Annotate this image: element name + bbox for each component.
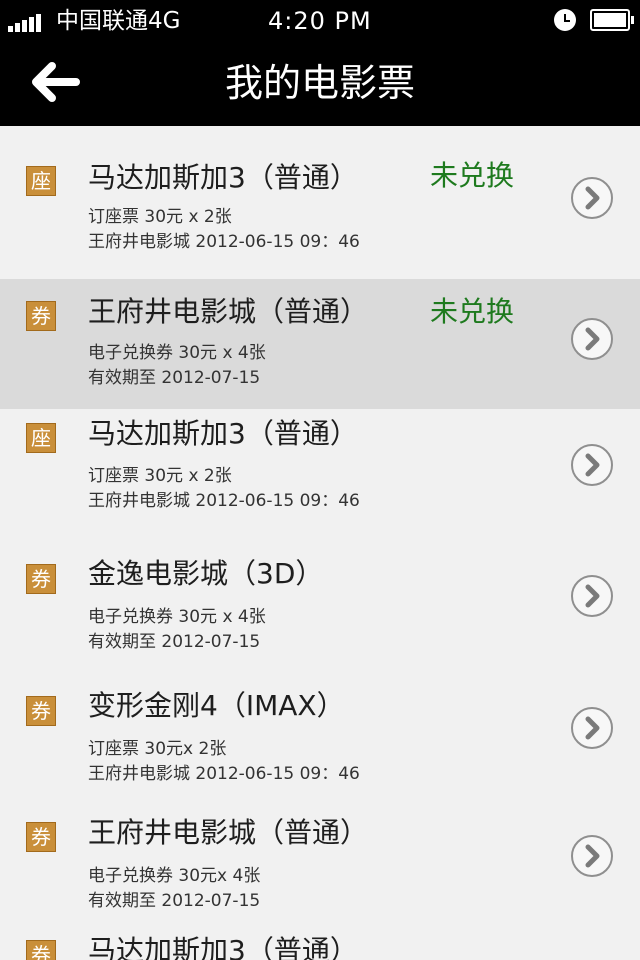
- ticket-row[interactable]: 券 金逸电影城（3D） 电子兑换券 30元 x 4张 有效期至 2012-07-15: [0, 536, 640, 666]
- ticket-cinema-time: 王府井电影城 2012-06-15 09：46: [88, 232, 360, 252]
- chevron-right-icon[interactable]: [570, 834, 614, 878]
- status-bar: 中国联通4G 4:20 PM: [0, 0, 640, 42]
- ticket-title: 马达加斯加3（普通）: [88, 934, 358, 960]
- ticket-detail: 电子兑换券 30元x 4张: [88, 866, 261, 886]
- ticket-row[interactable]: 券 王府井电影城（普通） 电子兑换券 30元x 4张 有效期至 2012-07-15: [0, 796, 640, 926]
- signal-icon: [8, 12, 48, 32]
- battery-icon: [590, 9, 634, 31]
- ticket-detail: 订座票 30元 x 2张: [88, 207, 232, 227]
- ticket-title: 王府井电影城（普通）: [88, 295, 369, 328]
- chevron-right-icon[interactable]: [570, 176, 614, 220]
- top-bar: 中国联通4G 4:20 PM 我的电影票: [0, 0, 640, 126]
- ticket-type-badge: 券: [26, 696, 56, 726]
- ticket-row[interactable]: 座 马达加斯加3（普通） 订座票 30元 x 2张王府井电影城 2012-06-15…: [0, 409, 640, 536]
- page-title: 我的电影票: [224, 61, 415, 105]
- alarm-icon: [554, 9, 576, 31]
- ticket-row[interactable]: 券 马达加斯加3（普通）: [0, 926, 640, 960]
- chevron-right-icon[interactable]: [570, 574, 614, 618]
- ticket-cinema-time: 有效期至 2012-07-15: [88, 632, 261, 652]
- ticket-row[interactable]: 券 王府井电影城（普通） 未兑换电子兑换券 30元 x 4张 有效期至 2012-07…: [0, 279, 640, 409]
- ticket-detail: 电子兑换券 30元 x 4张: [88, 343, 266, 363]
- ticket-type-badge: 券: [26, 940, 56, 960]
- ticket-list: 座马达加斯加3（普通） 未兑换 订座票 30元 x 2张 王府井电影城 2012-06…: [0, 126, 640, 960]
- ticket-type-badge: 券: [26, 564, 56, 594]
- ticket-detail: 订座票 30元 x 2张: [88, 466, 232, 486]
- ticket-cinema-time: 王府井电影城 2012-06-15 09：46: [88, 491, 360, 511]
- carrier-label: 中国联通4G: [56, 8, 181, 34]
- ticket-type-badge: 座: [26, 166, 56, 196]
- ticket-row[interactable]: 座 马达加斯加3（普通） 未兑换订座票 30元 x 2张王府井电影城 2012-06…: [0, 126, 640, 279]
- ticket-title: 马达加斯加3（普通）: [88, 161, 358, 194]
- ticket-cinema-time: 王府井电影城 2012-06-15 09：46: [88, 764, 360, 784]
- chevron-right-icon[interactable]: [570, 706, 614, 750]
- ticket-row[interactable]: 券 变形金刚4（IMAX） 订座票 30元x 2张王府井电影城 2012-06-15…: [0, 666, 640, 796]
- ticket-cinema-time: 有效期至 2012-07-15: [88, 368, 261, 388]
- status-time: 4:20 PM: [268, 7, 372, 35]
- ticket-type-badge: 券: [26, 301, 56, 331]
- ticket-type-badge: 券: [26, 822, 56, 852]
- chevron-right-icon[interactable]: [570, 317, 614, 361]
- ticket-type-badge: 座: [26, 423, 56, 453]
- ticket-title: 马达加斯加3（普通）: [88, 417, 358, 450]
- ticket-detail: 电子兑换券 30元 x 4张: [88, 607, 266, 627]
- ticket-title: 金逸电影城（3D）: [88, 557, 324, 590]
- ticket-detail: 订座票 30元x 2张: [88, 739, 227, 759]
- ticket-title: 王府井电影城（普通）: [88, 816, 369, 849]
- chevron-right-icon[interactable]: [570, 443, 614, 487]
- redeem-status: 未兑换: [430, 159, 515, 192]
- redeem-status: 未兑换: [430, 295, 515, 328]
- ticket-title: 变形金刚4（IMAX）: [88, 689, 345, 722]
- ticket-cinema-time: 有效期至 2012-07-15: [88, 891, 261, 911]
